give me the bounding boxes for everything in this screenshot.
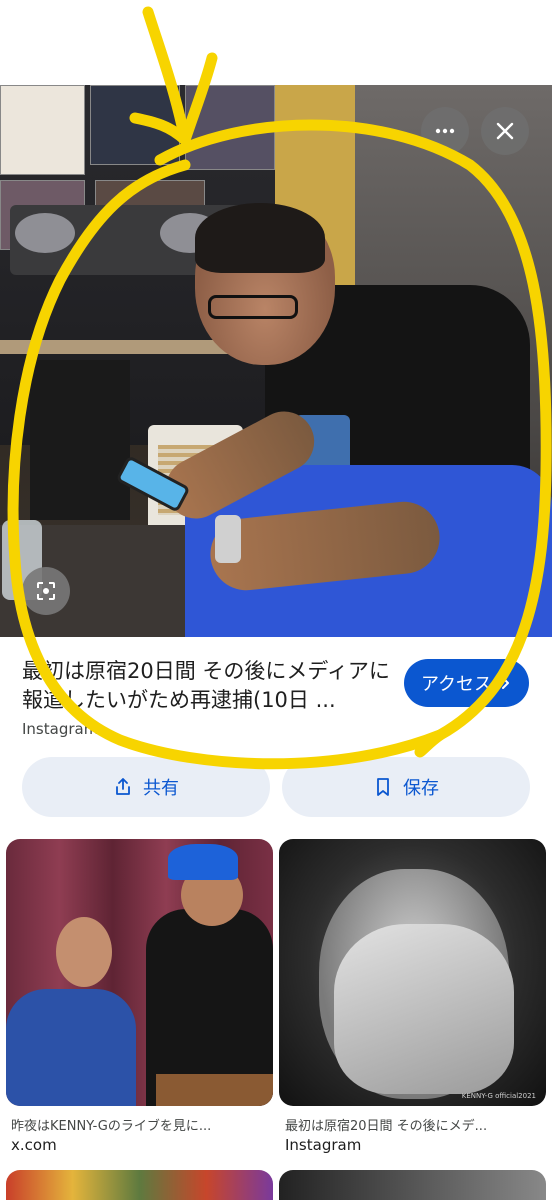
speaker <box>30 360 130 520</box>
related-source-2: Instagram <box>285 1136 362 1154</box>
couch <box>156 1074 273 1106</box>
person <box>6 989 136 1106</box>
person-hand <box>334 924 514 1094</box>
close-icon <box>496 122 514 140</box>
lens-search-icon <box>37 582 55 600</box>
more-horizontal-icon <box>435 128 455 134</box>
wristwatch <box>215 515 241 563</box>
turntable <box>15 213 75 253</box>
poster <box>90 85 180 165</box>
share-icon <box>116 778 130 795</box>
hat <box>168 844 238 880</box>
watermark: KENNY-G official2021 <box>461 1092 536 1100</box>
main-image[interactable] <box>0 85 552 637</box>
close-button[interactable] <box>481 107 529 155</box>
share-button[interactable]: 共有 <box>22 757 270 817</box>
visit-button[interactable]: アクセス <box>404 659 529 707</box>
annotation-tail <box>414 729 446 758</box>
related-image-1[interactable] <box>6 839 273 1106</box>
related-caption-1[interactable]: 昨夜はKENNY-Gのライブを見に... <box>11 1115 273 1134</box>
related-image-2[interactable]: KENNY-G official2021 <box>279 839 546 1106</box>
person-hair <box>195 203 325 273</box>
related-source-1: x.com <box>11 1136 57 1154</box>
person-head <box>56 917 112 987</box>
person-glasses <box>208 295 298 319</box>
save-button[interactable]: 保存 <box>282 757 530 817</box>
poster <box>185 85 275 170</box>
result-title[interactable]: 最初は原宿20日間 その後にメディアに報道したいがため再逮捕(10日 ... <box>22 657 394 715</box>
bookmark-icon <box>377 778 389 796</box>
result-source: Instagram <box>22 720 99 738</box>
poster <box>0 85 85 175</box>
lens-search-button[interactable] <box>22 567 70 615</box>
related-image-3[interactable] <box>6 1170 273 1200</box>
chevron-right-icon <box>502 677 510 689</box>
related-caption-2[interactable]: 最初は原宿20日間 その後にメデ... <box>285 1115 547 1134</box>
related-image-4[interactable] <box>279 1170 546 1200</box>
more-options-button[interactable] <box>421 107 469 155</box>
share-label: 共有 <box>143 778 179 799</box>
save-label: 保存 <box>403 778 439 799</box>
visit-button-label: アクセス <box>420 674 493 695</box>
